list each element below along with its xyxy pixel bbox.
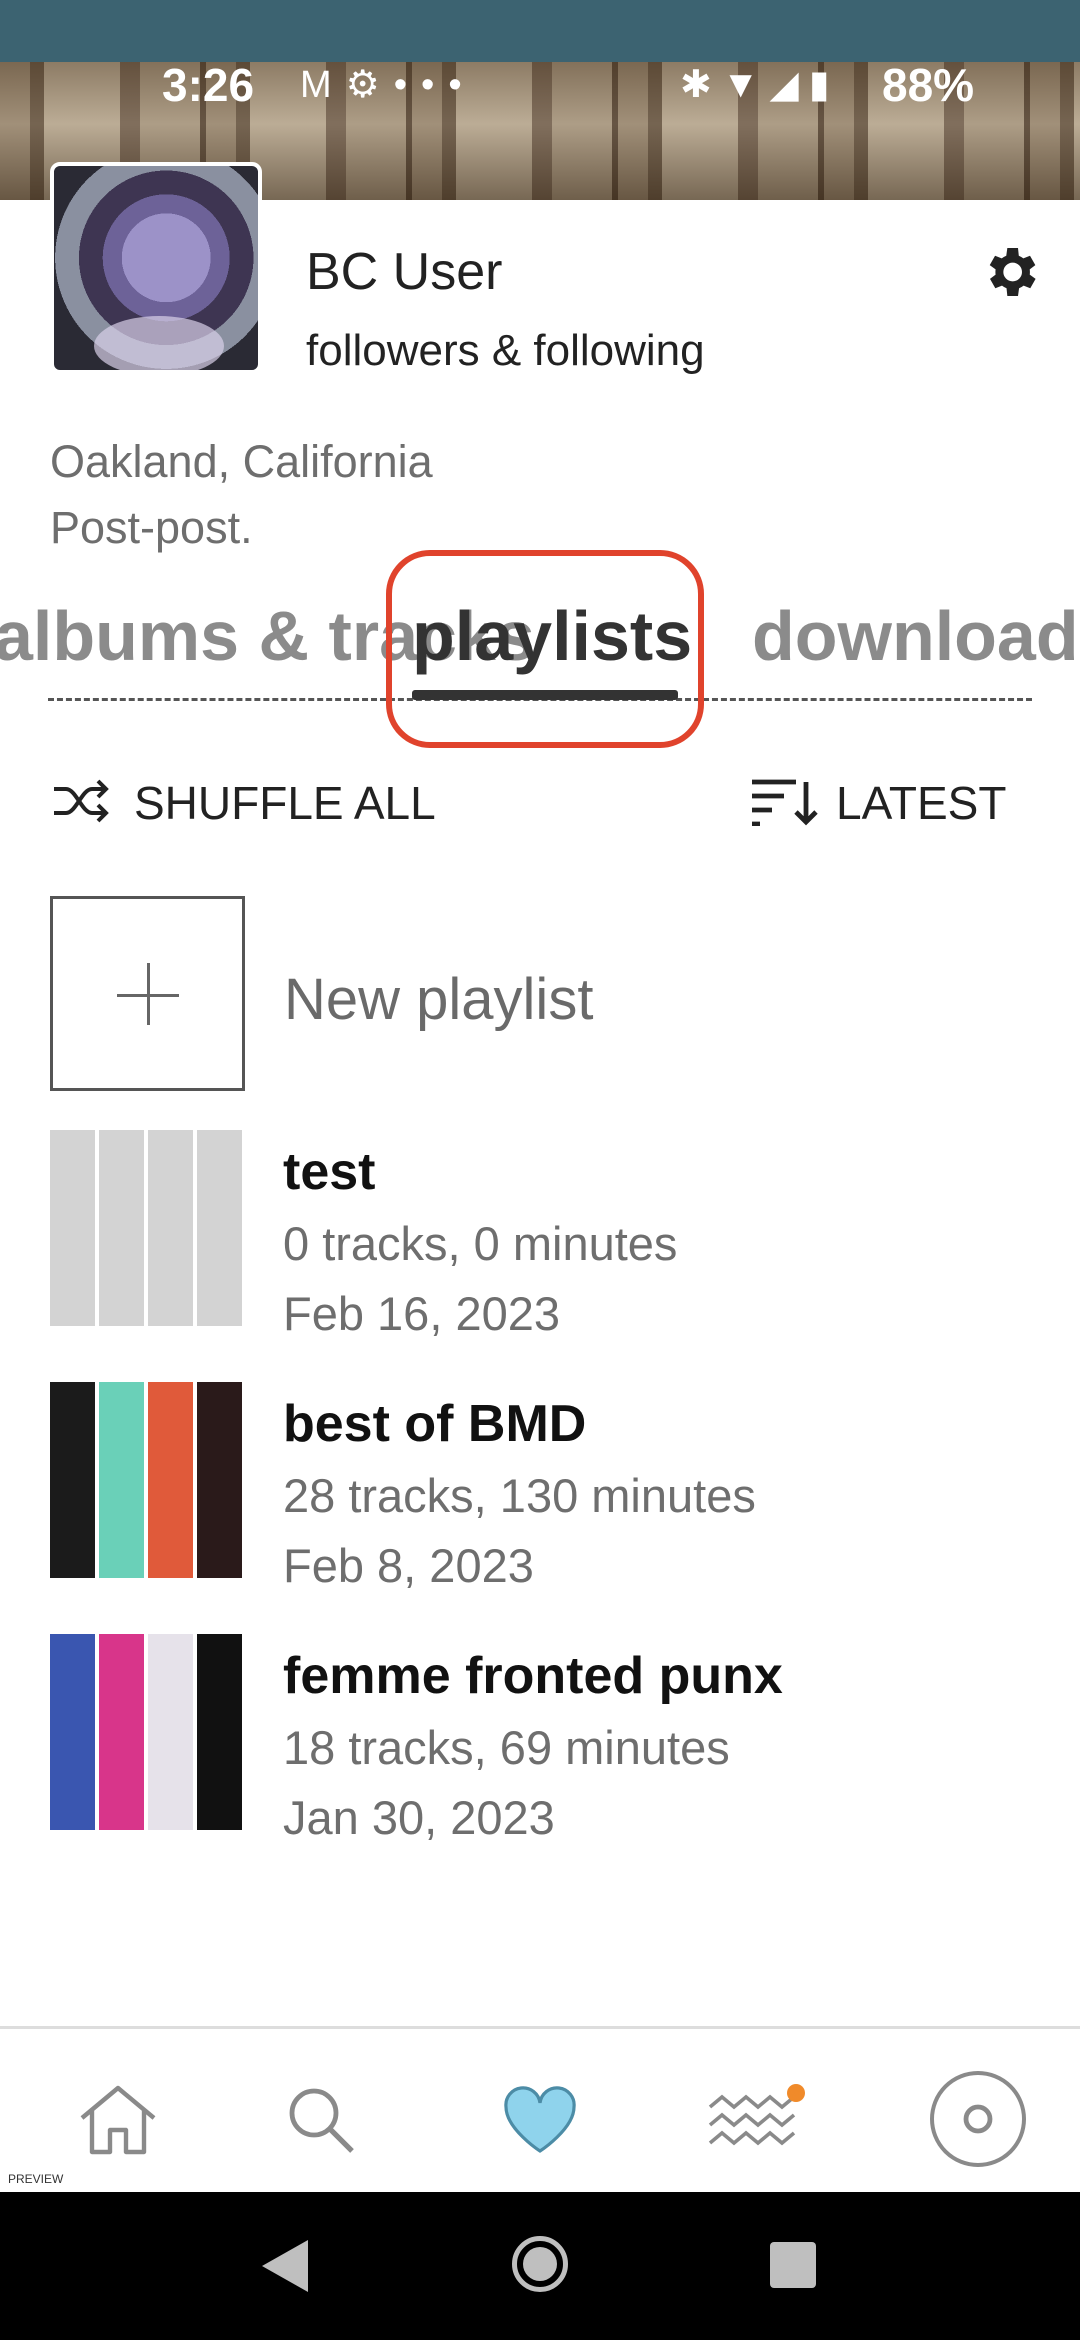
profile-location: Oakland, California [50, 436, 433, 487]
playlist-cover [50, 1634, 242, 1830]
status-right-icons: ✱▼◢▮ [680, 62, 840, 107]
cover-thumb [197, 1634, 242, 1830]
followers-following-link[interactable]: followers & following [306, 326, 705, 376]
playlist-meta: 0 tracks, 0 minutes [283, 1217, 678, 1270]
status-left-icons: M⚙••• [300, 62, 476, 107]
feed-waves-icon[interactable] [708, 2069, 808, 2169]
cover-thumb [99, 1382, 144, 1578]
playlist-item[interactable]: test 0 tracks, 0 minutes Feb 16, 2023 [0, 1130, 1080, 1340]
gear-icon[interactable] [978, 240, 1042, 304]
bluetooth-icon: ✱ [680, 64, 722, 106]
cover-thumb [148, 1634, 193, 1830]
playlist-date: Feb 8, 2023 [283, 1539, 534, 1592]
new-playlist-label[interactable]: New playlist [284, 966, 593, 1033]
playlist-cover [50, 1130, 242, 1326]
search-icon[interactable] [270, 2069, 370, 2169]
notification-dot [787, 2084, 805, 2102]
cover-thumb [50, 1634, 95, 1830]
heart-icon[interactable] [490, 2069, 590, 2169]
playlist-title: best of BMD [283, 1395, 587, 1453]
cover-thumb [50, 1130, 95, 1326]
signal-icon: ◢ [769, 64, 809, 106]
shuffle-all-label: SHUFFLE ALL [134, 777, 436, 829]
home-button-icon[interactable] [512, 2236, 568, 2292]
cover-thumb [148, 1130, 193, 1326]
playlist-date: Jan 30, 2023 [283, 1791, 555, 1844]
playlist-title: femme fronted punx [283, 1647, 783, 1705]
cover-thumb [148, 1382, 193, 1578]
status-time: 3:26 [162, 59, 255, 111]
cover-thumb [197, 1382, 242, 1578]
playlist-item[interactable]: best of BMD 28 tracks, 130 minutes Feb 8… [0, 1382, 1080, 1592]
tab-downloads[interactable]: downloads [752, 596, 1080, 676]
playlist-cover [50, 1382, 242, 1578]
wifi-icon: ▼ [721, 64, 770, 106]
shuffle-all-button[interactable]: SHUFFLE ALL [50, 776, 436, 830]
preview-label: PREVIEW [8, 2172, 64, 2186]
sort-latest-button[interactable]: LATEST [750, 776, 1006, 830]
tab-highlight-annotation [386, 550, 704, 748]
bottom-nav [0, 2026, 1080, 2192]
status-bar: 3:26 M⚙••• ✱▼◢▮ 88% [0, 52, 1080, 122]
battery-level: 88% [882, 59, 975, 111]
sort-label: LATEST [836, 777, 1007, 829]
playlist-meta: 28 tracks, 130 minutes [283, 1469, 756, 1522]
profile-bio: Post-post. [50, 502, 253, 553]
battery-icon: ▮ [808, 64, 840, 106]
cover-thumb [99, 1130, 144, 1326]
sort-icon [750, 776, 818, 831]
gmail-icon: M [300, 64, 346, 106]
more-dots-icon: ••• [393, 64, 476, 106]
shuffle-icon [50, 777, 114, 830]
player-disc-icon[interactable] [928, 2069, 1028, 2169]
settings-gear-icon: ⚙ [345, 64, 394, 106]
playlist-meta: 18 tracks, 69 minutes [283, 1721, 730, 1774]
back-icon[interactable] [262, 2240, 308, 2292]
cover-thumb [99, 1634, 144, 1830]
cover-thumb [197, 1130, 242, 1326]
system-nav-bar [0, 2192, 1080, 2340]
new-playlist-button[interactable] [50, 896, 245, 1091]
profile-name: BC User [306, 243, 503, 301]
recent-apps-icon[interactable] [770, 2242, 816, 2288]
playlist-date: Feb 16, 2023 [283, 1287, 560, 1340]
playlist-title: test [283, 1143, 376, 1201]
cover-thumb [50, 1382, 95, 1578]
avatar[interactable] [50, 162, 262, 374]
home-icon[interactable] [68, 2069, 168, 2169]
playlist-item[interactable]: femme fronted punx 18 tracks, 69 minutes… [0, 1634, 1080, 1844]
